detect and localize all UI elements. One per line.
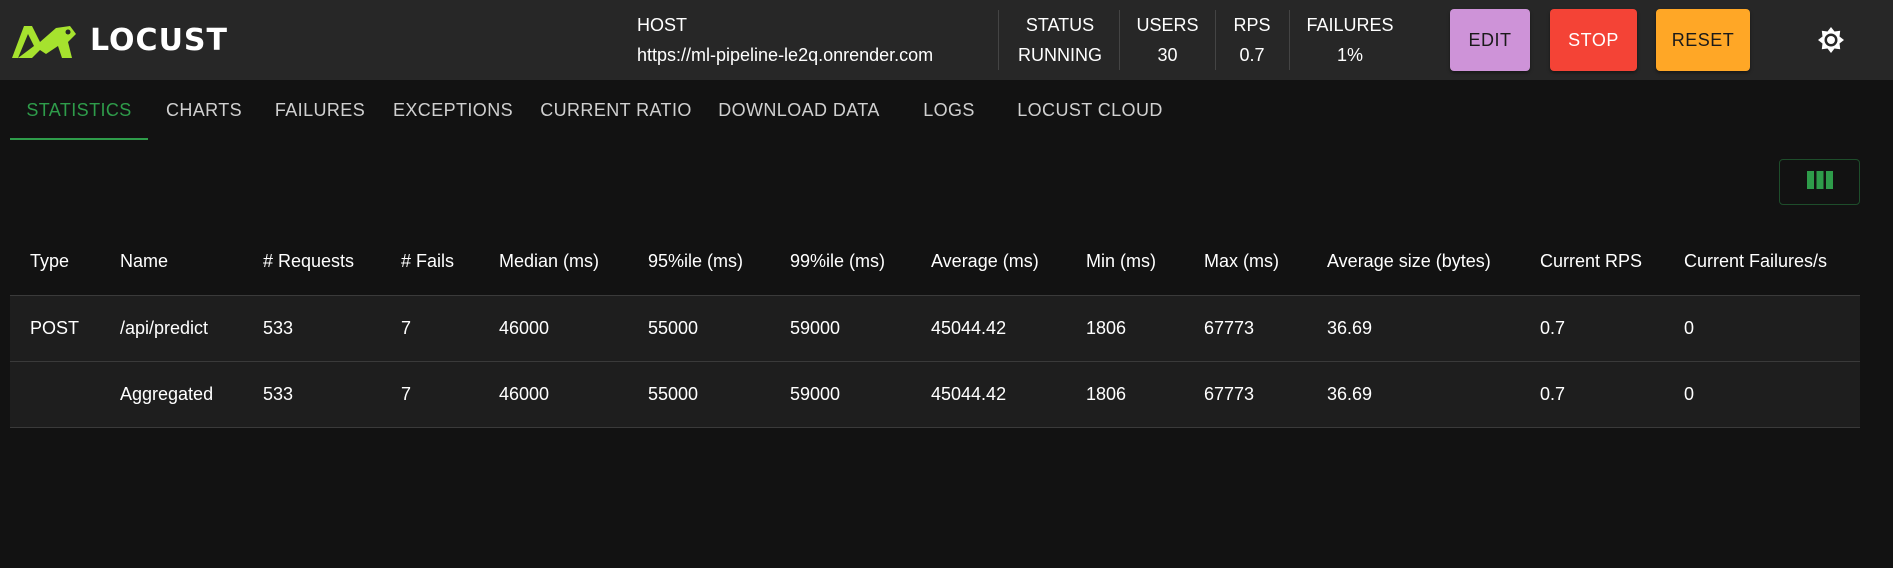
- users-label: USERS: [1136, 15, 1199, 35]
- table-cell: /api/predict: [100, 295, 243, 362]
- tab-locust-cloud[interactable]: LOCUST CLOUD: [1006, 80, 1174, 140]
- table-cell: 59000: [770, 361, 911, 428]
- active-tab-indicator: [10, 138, 148, 140]
- column-header[interactable]: Median (ms): [479, 229, 628, 296]
- column-header[interactable]: Min (ms): [1066, 229, 1184, 296]
- table-cell: 0.7: [1520, 361, 1664, 428]
- table-cell: 533: [243, 295, 381, 362]
- tab-logs[interactable]: LOGS: [892, 80, 1006, 140]
- tab-statistics[interactable]: STATISTICS: [10, 80, 148, 140]
- table-cell: 46000: [479, 361, 628, 428]
- column-header[interactable]: Name: [100, 229, 243, 296]
- column-header[interactable]: 95%ile (ms): [628, 229, 770, 296]
- table-cell: 45044.42: [911, 361, 1066, 428]
- tab-download-data[interactable]: DOWNLOAD DATA: [706, 80, 892, 140]
- table-cell: 1806: [1066, 295, 1184, 362]
- table-cell: 67773: [1184, 295, 1307, 362]
- locust-logo[interactable]: LOCUST: [10, 20, 228, 60]
- reset-button[interactable]: RESET: [1656, 9, 1750, 71]
- edit-button[interactable]: EDIT: [1450, 9, 1530, 71]
- divider: [998, 10, 999, 70]
- table-header-row: Type Name # Requests # Fails Median (ms)…: [10, 229, 1860, 296]
- locust-icon: [10, 20, 78, 60]
- host-label: HOST: [637, 15, 688, 35]
- table-cell: 7: [381, 361, 479, 428]
- rps-label: RPS: [1233, 15, 1271, 35]
- tab-failures[interactable]: FAILURES: [260, 80, 380, 140]
- rps-stat: RPS 0.7: [1216, 0, 1288, 80]
- users-value: 30: [1157, 45, 1178, 65]
- host-value: https://ml-pipeline-le2q.onrender.com: [637, 45, 934, 65]
- table-cell: 55000: [628, 361, 770, 428]
- table-cell: 36.69: [1307, 361, 1520, 428]
- table-cell: 0: [1664, 295, 1860, 362]
- view-column-icon: [1806, 170, 1833, 194]
- users-stat: USERS 30: [1120, 0, 1215, 80]
- table-row: Aggregated 533 7 46000 55000 59000 45044…: [10, 361, 1860, 428]
- stop-button[interactable]: STOP: [1550, 9, 1637, 71]
- column-header[interactable]: Type: [10, 229, 100, 296]
- table-cell: 67773: [1184, 361, 1307, 428]
- column-header[interactable]: Current RPS: [1520, 229, 1664, 296]
- table-cell: 46000: [479, 295, 628, 362]
- logo-text: LOCUST: [90, 22, 228, 58]
- status-stat: STATUS RUNNING: [1000, 0, 1120, 80]
- column-header[interactable]: 99%ile (ms): [770, 229, 911, 296]
- table-cell: 1806: [1066, 361, 1184, 428]
- column-header[interactable]: # Fails: [381, 229, 479, 296]
- rps-value: 0.7: [1239, 45, 1265, 65]
- table-cell: 0.7: [1520, 295, 1664, 362]
- table-row: POST /api/predict 533 7 46000 55000 5900…: [10, 295, 1860, 362]
- host-stat: HOST https://ml-pipeline-le2q.onrender.c…: [637, 0, 987, 80]
- column-header[interactable]: # Requests: [243, 229, 381, 296]
- table-cell: 36.69: [1307, 295, 1520, 362]
- top-bar: LOCUST HOST https://ml-pipeline-le2q.onr…: [0, 0, 1893, 80]
- tab-charts[interactable]: CHARTS: [148, 80, 260, 140]
- failures-value: 1%: [1336, 45, 1363, 65]
- table-cell: Aggregated: [100, 361, 243, 428]
- tab-current-ratio[interactable]: CURRENT RATIO: [526, 80, 706, 140]
- table-cell: POST: [10, 295, 100, 362]
- status-label: STATUS: [1025, 15, 1095, 35]
- tab-exceptions[interactable]: EXCEPTIONS: [380, 80, 526, 140]
- tab-bar: STATISTICS CHARTS FAILURES EXCEPTIONS CU…: [0, 80, 1893, 140]
- table-cell: 0: [1664, 361, 1860, 428]
- table-cell: 7: [381, 295, 479, 362]
- statistics-table: Type Name # Requests # Fails Median (ms)…: [10, 229, 1860, 428]
- failures-label: FAILURES: [1306, 15, 1394, 35]
- column-selector-button[interactable]: [1779, 159, 1860, 205]
- column-header[interactable]: Average (ms): [911, 229, 1066, 296]
- failures-stat: FAILURES 1%: [1290, 0, 1410, 80]
- column-header[interactable]: Max (ms): [1184, 229, 1307, 296]
- status-value: RUNNING: [1018, 45, 1102, 65]
- table-cell: [10, 361, 100, 428]
- table-cell: 45044.42: [911, 295, 1066, 362]
- table-cell: 59000: [770, 295, 911, 362]
- brightness-icon[interactable]: [1816, 25, 1846, 55]
- table-cell: 533: [243, 361, 381, 428]
- column-header[interactable]: Current Failures/s: [1664, 229, 1860, 296]
- column-header[interactable]: Average size (bytes): [1307, 229, 1520, 296]
- table-cell: 55000: [628, 295, 770, 362]
